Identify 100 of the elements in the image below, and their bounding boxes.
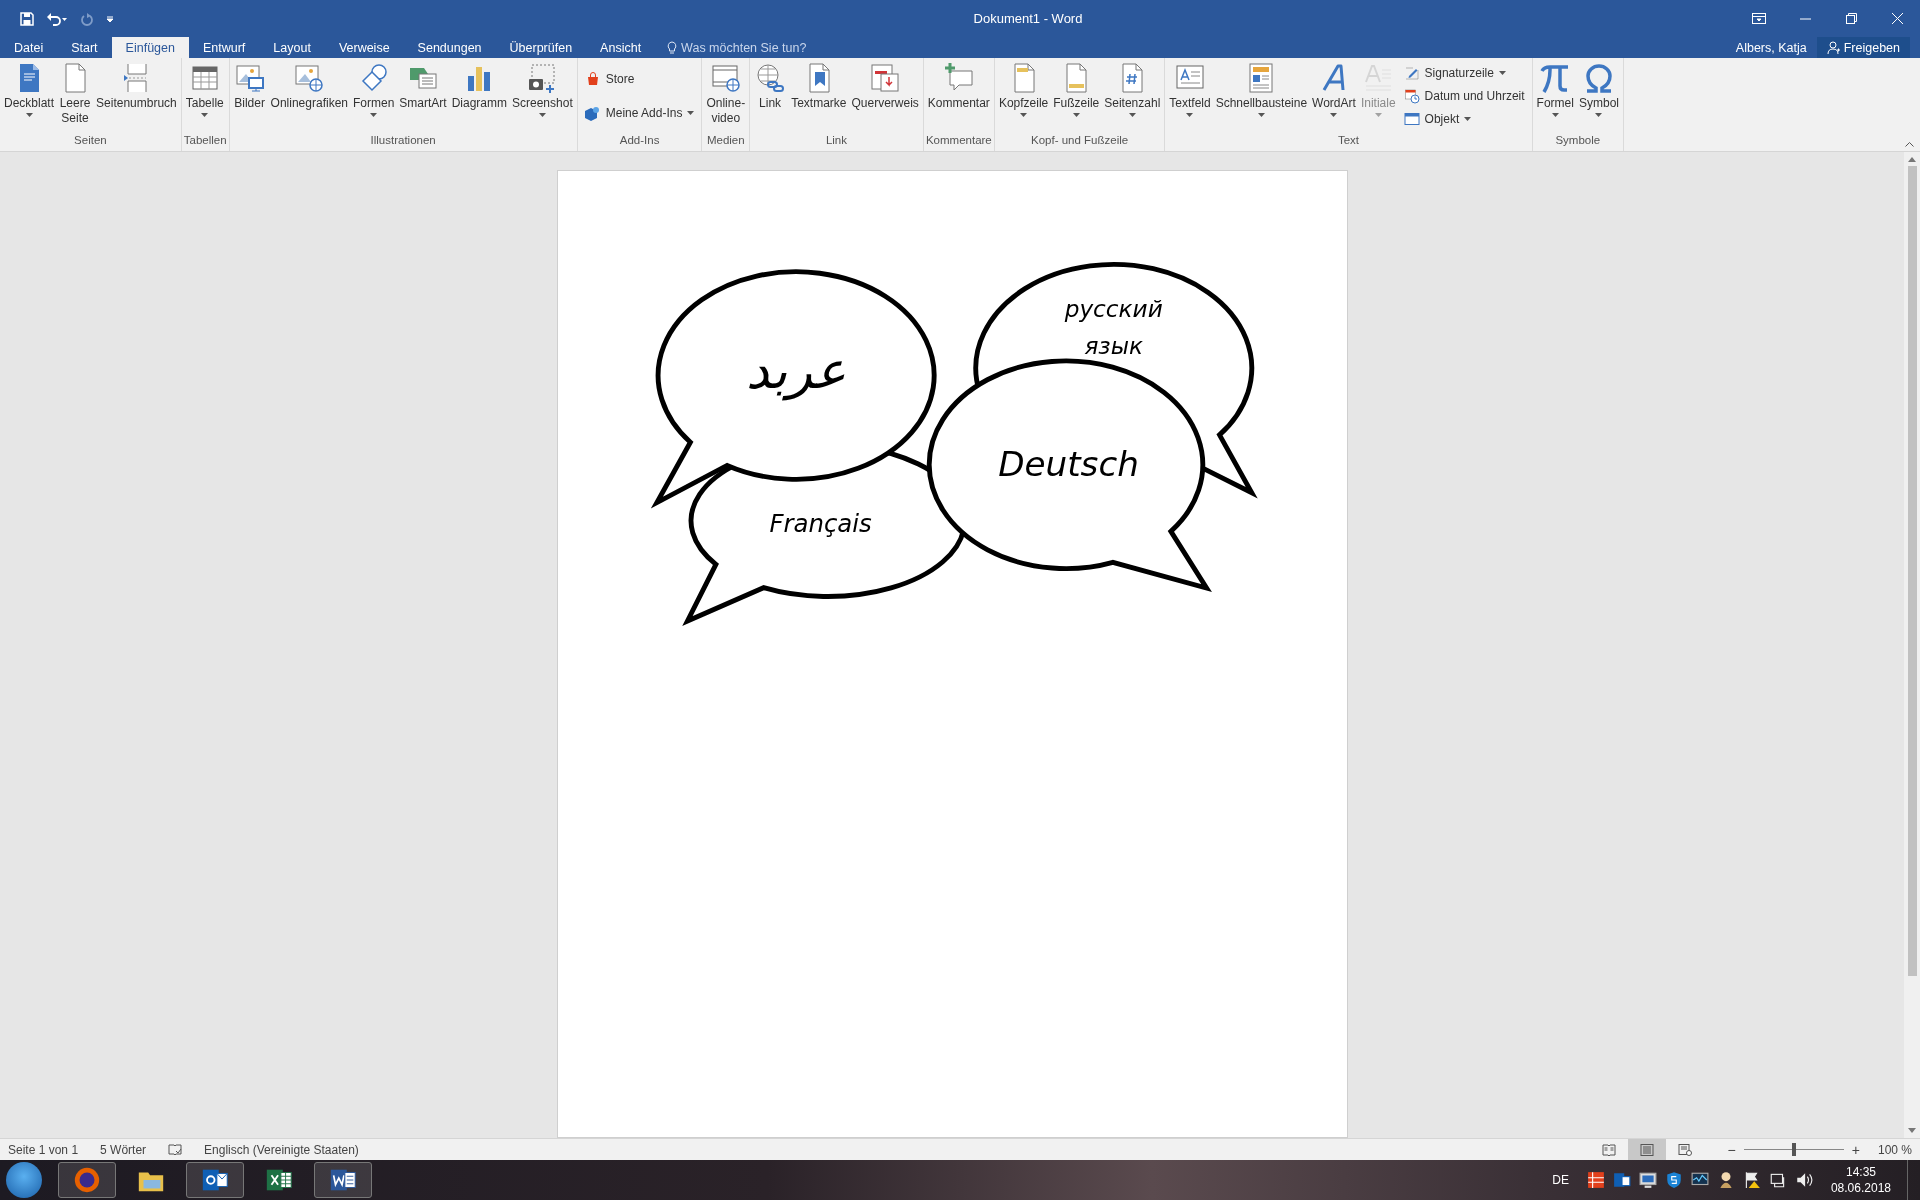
ribbon-button[interactable]: Objekt <box>1400 108 1528 129</box>
person-icon <box>1826 41 1840 54</box>
object-window-icon <box>1403 110 1420 127</box>
ribbon-button[interactable]: WordArt <box>1310 58 1358 134</box>
taskbar-app-button[interactable] <box>186 1162 244 1198</box>
ribbon-button[interactable]: Datum und Uhrzeit <box>1400 86 1528 106</box>
collapse-ribbon-icon[interactable] <box>1905 141 1914 147</box>
signature-line-icon <box>1403 65 1420 82</box>
ribbon-button[interactable]: Textmarke <box>789 58 849 134</box>
page-count[interactable]: Seite 1 von 1 <box>8 1142 79 1157</box>
ribbon-tab[interactable]: Start <box>57 37 112 58</box>
language-indicator[interactable]: Englisch (Vereinigte Staaten) <box>204 1142 359 1157</box>
scroll-bar[interactable] <box>1904 152 1920 1138</box>
globe-link-icon <box>754 62 787 94</box>
ribbon-button[interactable]: Tabelle <box>183 58 226 134</box>
group-label: Symbole <box>1554 134 1602 148</box>
online-picture-icon <box>293 62 326 94</box>
ribbon-button[interactable]: Fußzeile <box>1051 58 1102 134</box>
ribbon-button[interactable]: Screenshot <box>510 58 575 134</box>
speaker-icon[interactable] <box>1794 1171 1813 1189</box>
ribbon-tab[interactable]: Überprüfen <box>495 37 587 58</box>
clock-date[interactable]: 08.06.2018 <box>1830 1180 1891 1196</box>
ribbon-button[interactable]: Kommentar <box>925 58 992 134</box>
add-ins-icon <box>584 105 601 121</box>
ribbon-tab[interactable]: Verweise <box>324 37 404 58</box>
scroll-up-icon[interactable] <box>1908 157 1916 162</box>
ribbon-tab[interactable]: Sendungen <box>403 37 496 58</box>
ribbon-button[interactable]: Deckblatt <box>2 58 57 134</box>
group-label: Seiten <box>73 134 108 148</box>
video-icon <box>709 62 742 94</box>
window-title: Dokument1 - Word <box>972 11 1084 26</box>
shield-icon[interactable] <box>1664 1171 1683 1189</box>
group-label: Link <box>824 134 849 148</box>
ribbon-button[interactable]: Textfeld <box>1167 58 1213 134</box>
lightbulb-icon <box>667 40 678 55</box>
ribbon-button[interactable]: Symbol <box>1576 58 1621 134</box>
user-name[interactable]: Albers, Katja <box>1725 37 1817 58</box>
undo-icon[interactable] <box>46 11 68 26</box>
ribbon-button[interactable]: Online- video <box>704 58 748 134</box>
group-label: Illustrationen <box>369 134 437 148</box>
ribbon-button[interactable]: Meine Add-Ins <box>581 103 698 123</box>
ribbon-tab[interactable]: Ansicht <box>586 37 656 58</box>
ribbon-button[interactable]: Onlinegrafiken <box>268 58 350 134</box>
bubble-text: язык <box>1083 331 1143 359</box>
ribbon-button[interactable]: SmartArt <box>397 58 449 134</box>
group-label: Medien <box>705 134 746 148</box>
ribbon-button[interactable]: Diagramm <box>449 58 509 134</box>
input-language[interactable]: DE <box>1552 1173 1569 1187</box>
minimize-icon <box>1799 17 1811 20</box>
bubble-text: Deutsch <box>997 443 1139 484</box>
calendar-clock-icon <box>1403 88 1420 104</box>
group-label: Kopf- und Fußzeile <box>1030 134 1130 148</box>
ribbon-button[interactable]: Schnellbausteine <box>1213 58 1310 134</box>
zoom-slider[interactable] <box>1791 1143 1796 1156</box>
picture-icon <box>233 62 266 94</box>
ribbon-button[interactable]: Leere Seite <box>57 58 94 134</box>
mail-icon[interactable] <box>1612 1171 1631 1189</box>
monitor-icon[interactable] <box>1638 1171 1657 1189</box>
ribbon-tab[interactable]: Datei <box>0 37 58 58</box>
save-icon[interactable] <box>20 11 34 26</box>
share-button[interactable]: Freigeben <box>1816 37 1910 58</box>
scroll-down-icon[interactable] <box>1908 1128 1916 1133</box>
word-count[interactable]: 5 Wörter <box>100 1142 147 1157</box>
bubble-text: Français <box>768 508 872 538</box>
ribbon-button[interactable]: Querverweis <box>849 58 921 134</box>
ribbon-button[interactable]: Seitenumbruch <box>94 58 179 134</box>
redo-icon[interactable] <box>80 11 94 26</box>
web-layout-icon <box>1677 1143 1692 1156</box>
taskbar-app-button[interactable] <box>314 1162 372 1198</box>
zoom-level[interactable]: 100 % <box>1877 1142 1912 1157</box>
ribbon-display-icon <box>1752 13 1766 24</box>
ribbon-button[interactable]: Seitenzahl <box>1102 58 1163 134</box>
firefox-icon <box>72 1165 102 1195</box>
ribbon-button[interactable]: Link <box>752 58 789 134</box>
read-mode-icon <box>1601 1143 1616 1156</box>
proofing-book-icon[interactable] <box>168 1143 183 1156</box>
ribbon-button[interactable]: Signaturzeile <box>1400 63 1528 84</box>
bubble-text: русский <box>1064 294 1163 322</box>
zoom-out-button[interactable]: − <box>1725 1141 1738 1158</box>
group-label: Tabellen <box>183 134 227 148</box>
group-label: Text <box>1336 134 1360 148</box>
ribbon-button[interactable]: Kopfzeile <box>996 58 1051 134</box>
ribbon-button[interactable]: Bilder <box>231 58 268 134</box>
ribbon-tab[interactable]: Entwurf <box>188 37 260 58</box>
group-label: Kommentare <box>925 134 992 148</box>
customize-toolbar-icon[interactable] <box>106 14 114 23</box>
network-icon[interactable] <box>1768 1171 1787 1189</box>
ribbon-button[interactable]: Formel <box>1534 58 1576 134</box>
start-button[interactable] <box>6 1162 42 1198</box>
ribbon-tab[interactable]: Einfügen <box>111 37 189 58</box>
ribbon-button[interactable]: Store <box>581 69 698 89</box>
ribbon-tab[interactable]: Layout <box>259 37 325 58</box>
zoom-in-button[interactable]: + <box>1849 1141 1862 1158</box>
print-layout-icon <box>1639 1143 1654 1156</box>
group-label: Add-Ins <box>618 134 661 148</box>
clock-time[interactable]: 14:35 <box>1845 1164 1876 1180</box>
tell-me-field[interactable]: Was möchten Sie tun? <box>681 40 822 55</box>
ribbon-button[interactable]: Formen <box>351 58 397 134</box>
bubble-text: عربد <box>745 339 846 400</box>
view-button[interactable] <box>1627 1139 1666 1160</box>
